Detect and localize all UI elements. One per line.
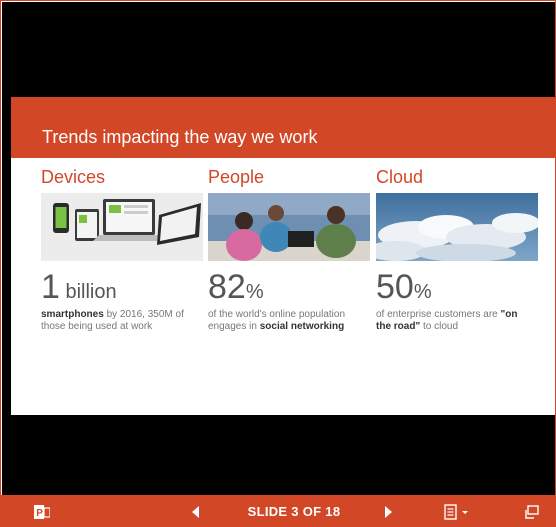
devices-stat-unit: billion xyxy=(59,281,117,303)
devices-heading: Devices xyxy=(41,167,106,187)
people-image xyxy=(208,193,370,261)
people-desc-bold: social networking xyxy=(259,321,345,332)
people-stat-unit: % xyxy=(245,281,264,303)
cloud-heading: Cloud xyxy=(376,167,424,187)
people-stat: 82% xyxy=(208,270,264,304)
slide-counter: SLIDE 3 OF 18 xyxy=(247,504,341,519)
slide-title: Trends impacting the way we work xyxy=(42,127,318,147)
devices-stat: 1 billion xyxy=(41,270,117,304)
devices-stat-value: 1 xyxy=(41,268,60,306)
powerpoint-icon[interactable]: P xyxy=(31,495,53,527)
presentation-viewer: Trends impacting the way we work Devices xyxy=(0,0,556,527)
cloud-stat-value: 50 xyxy=(376,268,414,306)
devices-column: Devices 1 billion smartphones by 2016, 3… xyxy=(41,158,211,415)
next-slide-icon[interactable] xyxy=(378,495,398,527)
cloud-stat: 50% xyxy=(376,270,432,304)
cloud-description: of enterprise customers are "on the road… xyxy=(376,309,526,333)
devices-desc-bold: smartphones xyxy=(41,309,104,320)
pop-out-icon[interactable] xyxy=(521,495,543,527)
cloud-desc-text-end: to cloud xyxy=(420,321,459,332)
previous-slide-icon[interactable] xyxy=(186,495,206,527)
people-description: of the world's online population engages… xyxy=(208,309,358,333)
slide-title-bar: Trends impacting the way we work xyxy=(11,97,555,158)
people-column: People 82% of the world's online populat… xyxy=(208,158,378,415)
slide: Trends impacting the way we work Devices xyxy=(11,97,555,415)
slide-stage: Trends impacting the way we work Devices xyxy=(2,2,555,495)
people-heading: People xyxy=(208,167,265,187)
devices-image xyxy=(41,193,203,261)
cloud-image xyxy=(376,193,538,261)
svg-text:P: P xyxy=(36,508,43,519)
cloud-column: Cloud 50% of enterprise customers are "o… xyxy=(376,158,546,415)
cloud-desc-text: of enterprise customers are xyxy=(376,309,501,320)
people-stat-value: 82 xyxy=(208,268,246,306)
cloud-stat-unit: % xyxy=(413,281,432,303)
notes-menu-icon[interactable] xyxy=(441,495,475,527)
devices-description: smartphones by 2016, 350M of those being… xyxy=(41,309,191,333)
viewer-toolbar: P SLIDE 3 OF 18 xyxy=(1,495,555,527)
